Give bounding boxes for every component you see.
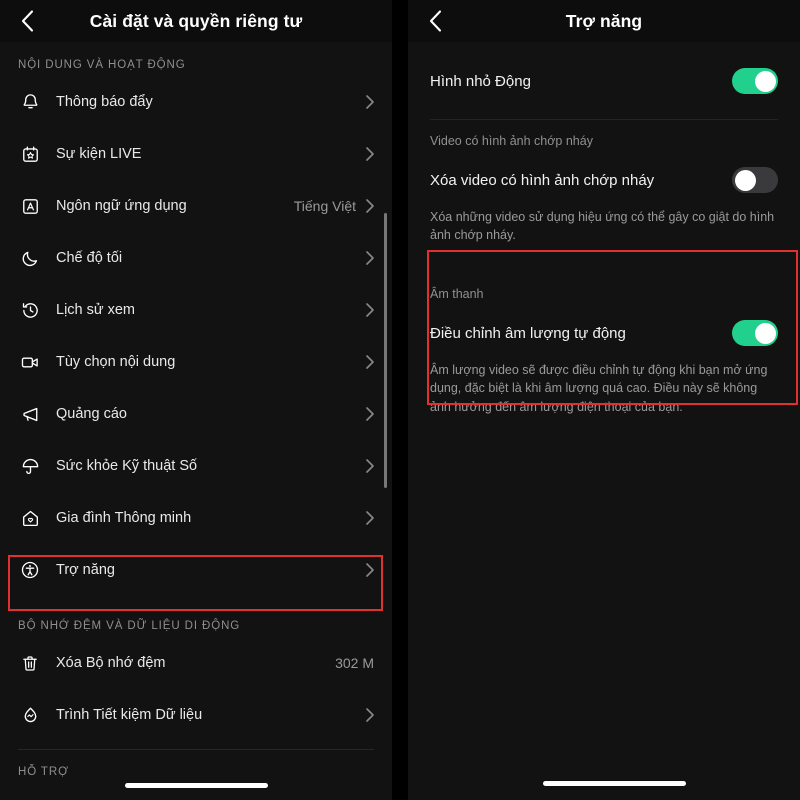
- clock-history-icon: [18, 298, 42, 322]
- list-item-label: Gia đình Thông minh: [56, 510, 192, 526]
- chevron-right-icon: [366, 407, 374, 421]
- toggle-remove-flashing-video[interactable]: [732, 167, 778, 193]
- list-item-watch-history[interactable]: Lịch sử xem: [0, 284, 392, 336]
- moon-icon: [18, 246, 42, 270]
- list-item-data-saver[interactable]: Trình Tiết kiệm Dữ liệu: [0, 689, 392, 741]
- list-item-label: Tùy chọn nội dung: [56, 354, 176, 370]
- data-saver-icon: [18, 703, 42, 727]
- chevron-left-icon: [429, 10, 442, 32]
- list-item-label: Ngôn ngữ ứng dụng: [56, 198, 187, 214]
- section-label-content-activity: NỘI DUNG VÀ HOẠT ĐỘNG: [18, 59, 186, 71]
- house-heart-icon: [18, 506, 42, 530]
- list-item-label: Lịch sử xem: [56, 302, 136, 318]
- accessibility-icon: [18, 558, 42, 582]
- chevron-right-icon: [366, 251, 374, 265]
- home-indicator: [125, 783, 268, 788]
- list-item-ads[interactable]: Quảng cáo: [0, 388, 392, 440]
- list-item-label: Chế độ tối: [56, 250, 123, 266]
- list-item-value-language: Tiếng Việt: [293, 198, 356, 214]
- chevron-right-icon: [366, 199, 374, 213]
- dual-screenshot-container: Cài đặt và quyền riêng tư NỘI DUNG VÀ HO…: [0, 0, 800, 800]
- chevron-right-icon: [366, 459, 374, 473]
- megaphone-icon: [18, 402, 42, 426]
- toggle-dynamic-thumbnail[interactable]: [732, 68, 778, 94]
- list-item-dark-mode[interactable]: Chế độ tối: [0, 232, 392, 284]
- vertical-scrollbar[interactable]: [384, 213, 387, 488]
- list-item-content-preferences[interactable]: Tùy chọn nội dung: [0, 336, 392, 388]
- list-item-digital-wellbeing[interactable]: Sức khỏe Kỹ thuật Số: [0, 440, 392, 492]
- back-button[interactable]: [422, 8, 448, 34]
- list-item-accessibility[interactable]: Trợ năng: [0, 544, 392, 596]
- group-label-sound: Âm thanh: [430, 287, 484, 302]
- description-flashing-video: Xóa những video sử dụng hiệu ứng có thể …: [430, 210, 775, 243]
- letter-a-box-icon: [18, 194, 42, 218]
- setting-label: Xóa video có hình ảnh chớp nháy: [430, 171, 655, 189]
- chevron-right-icon: [366, 95, 374, 109]
- list-item-label: Sức khỏe Kỹ thuật Số: [56, 458, 198, 474]
- home-indicator: [543, 781, 686, 786]
- trash-icon: [18, 651, 42, 675]
- list-item-label: Quảng cáo: [56, 406, 127, 422]
- page-title: Trợ năng: [565, 10, 643, 31]
- right-header: Trợ năng: [408, 0, 800, 42]
- panel-gap: [392, 0, 408, 800]
- section-divider: [430, 119, 778, 120]
- umbrella-icon: [18, 454, 42, 478]
- setting-label: Điều chỉnh âm lượng tự động: [430, 324, 626, 342]
- list-item-label: Thông báo đẩy: [56, 94, 153, 110]
- section-label-cache-mobile-data: BỘ NHỚ ĐỆM VÀ DỮ LIỆU DI ĐỘNG: [18, 620, 241, 632]
- list-item-label: Trợ năng: [56, 562, 115, 578]
- list-item-family-pairing[interactable]: Gia đình Thông minh: [0, 492, 392, 544]
- section-divider: [18, 749, 374, 750]
- left-panel-settings-privacy: Cài đặt và quyền riêng tư NỘI DUNG VÀ HO…: [0, 0, 392, 800]
- chevron-right-icon: [366, 355, 374, 369]
- setting-row-dynamic-thumbnail[interactable]: Hình nhỏ Động: [408, 55, 800, 107]
- setting-label: Hình nhỏ Động: [430, 72, 531, 90]
- chevron-right-icon: [366, 563, 374, 577]
- chevron-right-icon: [366, 511, 374, 525]
- toggle-knob: [734, 169, 756, 191]
- section-label-support: HỖ TRỢ: [18, 766, 69, 778]
- list-item-app-language[interactable]: Ngôn ngữ ứng dụng Tiếng Việt: [0, 180, 392, 232]
- list-item-label: Xóa Bộ nhớ đệm: [56, 655, 166, 671]
- chevron-right-icon: [366, 147, 374, 161]
- cache-size-value: 302 M: [335, 655, 374, 671]
- left-header: Cài đặt và quyền riêng tư: [0, 0, 392, 42]
- setting-row-auto-volume[interactable]: Điều chỉnh âm lượng tự động: [408, 307, 800, 359]
- calendar-star-icon: [18, 142, 42, 166]
- list-item-live-events[interactable]: Sự kiện LIVE: [0, 128, 392, 180]
- list-item-label: Trình Tiết kiệm Dữ liệu: [56, 707, 203, 723]
- page-title: Cài đặt và quyền riêng tư: [89, 10, 303, 31]
- chevron-right-icon: [366, 708, 374, 722]
- description-auto-volume: Âm lượng video sẽ được điều chỉnh tự độn…: [430, 363, 768, 414]
- list-item-clear-cache[interactable]: Xóa Bộ nhớ đệm 302 M: [0, 637, 392, 689]
- toggle-knob: [754, 70, 776, 92]
- setting-row-remove-flashing-video[interactable]: Xóa video có hình ảnh chớp nháy: [408, 154, 800, 206]
- bell-icon: [18, 90, 42, 114]
- right-panel-accessibility: Trợ năng Hình nhỏ Động Video có hình ảnh…: [408, 0, 800, 800]
- back-button[interactable]: [14, 8, 40, 34]
- toggle-auto-volume[interactable]: [732, 320, 778, 347]
- list-item-label: Sự kiện LIVE: [56, 146, 142, 162]
- video-camera-icon: [18, 350, 42, 374]
- toggle-knob: [754, 322, 776, 344]
- chevron-left-icon: [21, 10, 34, 32]
- list-item-push-notifications[interactable]: Thông báo đẩy: [0, 76, 392, 128]
- chevron-right-icon: [366, 303, 374, 317]
- group-label-flashing-video: Video có hình ảnh chớp nháy: [430, 134, 593, 148]
